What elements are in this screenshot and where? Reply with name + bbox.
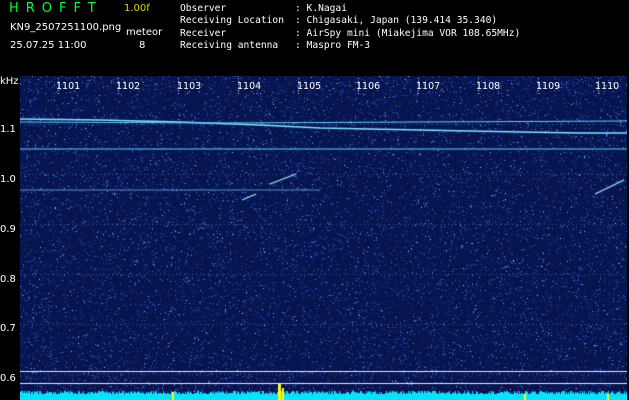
- info-label: Receiving Location: [180, 15, 284, 27]
- version-label: 1.00f: [124, 3, 150, 14]
- file-name: KN9_2507251100.png: [10, 22, 122, 33]
- info-value: : AirSpy mini (Miakejima VOR 108.65MHz): [295, 27, 521, 39]
- x-tick-label: 1109: [536, 81, 561, 92]
- frequency-unit-label: kHz: [0, 76, 19, 87]
- info-row-receiver: Receiver : AirSpy mini (Miakejima VOR 108…: [180, 28, 520, 40]
- x-tick-label: 1110: [595, 81, 620, 92]
- info-label: Receiving antenna: [180, 39, 279, 51]
- x-tick-label: 1104: [237, 81, 262, 92]
- x-tick-label: 1108: [476, 81, 501, 92]
- y-tick-label: 0.7: [0, 323, 16, 334]
- info-value: : Maspro FM-3: [295, 39, 371, 51]
- info-row-location: Receiving Location : Chigasaki, Japan (13…: [180, 15, 520, 27]
- info-label: Receiver: [180, 27, 227, 39]
- x-tick-label: 1101: [56, 81, 81, 92]
- y-tick-label: 0.9: [0, 224, 16, 235]
- y-tick-label: 0.6: [0, 373, 16, 384]
- spectrogram-plot[interactable]: [20, 76, 627, 400]
- y-tick-label: 0.8: [0, 274, 16, 285]
- x-tick-label: 1107: [416, 81, 441, 92]
- detection-count: 8: [139, 40, 146, 51]
- info-row-observer: Observer : K.Nagai: [180, 3, 520, 15]
- x-tick-label: 1103: [177, 81, 202, 92]
- info-value: : K.Nagai: [295, 3, 347, 14]
- station-info: Observer : K.Nagai Receiving Location : Ch…: [180, 3, 520, 52]
- timestamp: 25.07.25 11:00: [10, 40, 87, 51]
- y-tick-label: 1.0: [0, 174, 16, 185]
- x-tick-label: 1105: [297, 81, 322, 92]
- mode-label: meteor: [126, 27, 163, 38]
- info-label: Observer: [180, 3, 227, 14]
- x-tick-label: 1106: [356, 81, 381, 92]
- y-tick-label: 1.1: [0, 124, 16, 135]
- info-value: : Chigasaki, Japan (139.414 35.340): [295, 15, 498, 27]
- header-panel: HROFFT 1.00f KN9_2507251100.png meteor 2…: [0, 0, 629, 76]
- spectrogram-canvas[interactable]: [20, 76, 627, 400]
- x-tick-label: 1102: [116, 81, 141, 92]
- app-title: HROFFT: [9, 1, 103, 16]
- info-row-antenna: Receiving antenna : Maspro FM-3: [180, 40, 520, 52]
